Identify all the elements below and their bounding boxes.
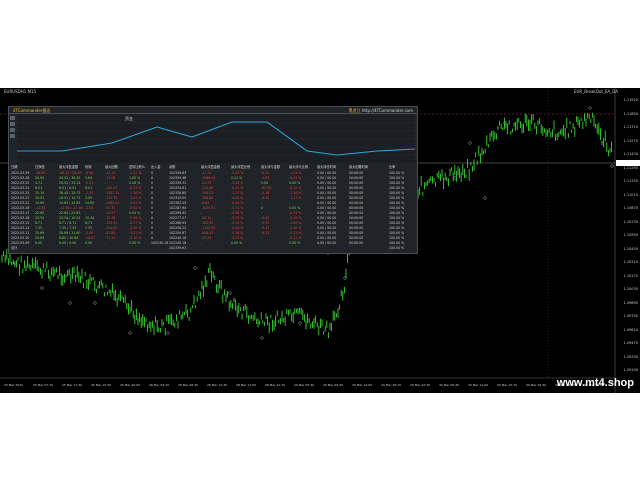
- watermark: www.mt4.shop: [556, 377, 634, 389]
- table-cell: 最大回撤时间: [349, 165, 369, 169]
- table-cell: 日净值: [35, 165, 45, 169]
- trade-marker: [166, 331, 170, 335]
- price-tick: 1.11010: [623, 192, 638, 197]
- price-tick: 1.11850: [623, 111, 638, 116]
- price-tick: 1.10030: [623, 287, 638, 291]
- mt4-chart-window[interactable]: EURUSDH1,M15 EUR_BreakOut_EA_DA 1.11920 1…: [0, 88, 640, 393]
- price-tick: 1.11570: [623, 138, 638, 143]
- price-tick: 1.10310: [623, 260, 638, 264]
- trade-marker: [40, 286, 44, 290]
- time-tick: 25 Mar 2022: [4, 383, 24, 387]
- toolbar-icon[interactable]: [10, 134, 15, 138]
- time-tick: 28 Mar 08:30: [178, 383, 199, 387]
- time-tick: 29 Mar 05:30: [294, 383, 315, 387]
- price-tick: 1.09610: [623, 327, 638, 332]
- table-cell: 余额: [169, 165, 176, 169]
- title-divider: [9, 113, 417, 114]
- trade-marker: [468, 141, 472, 145]
- trade-marker: [228, 291, 232, 295]
- equity-curve: [17, 121, 416, 156]
- trade-marker: [260, 336, 264, 340]
- equity-label: 资金: [125, 116, 133, 121]
- toolbar-icon[interactable]: [10, 116, 15, 120]
- trade-marker: [128, 331, 132, 335]
- table-cell: 利润: [85, 165, 92, 169]
- table-cell: 102339.63: [169, 246, 187, 250]
- time-tick: 25 Mar 20:00: [120, 383, 141, 387]
- symbol-label: EURUSDH1,M15: [4, 89, 37, 94]
- price-tick: 1.09470: [623, 341, 638, 345]
- table-cell: 100.00 %: [389, 246, 405, 250]
- report-window[interactable]: 4TCommander报告 黑龙江 http://4TCommander.com…: [8, 106, 418, 254]
- trade-marker: [483, 196, 487, 200]
- time-tick: 28 Mar 04:15: [149, 383, 170, 387]
- equity-line: [17, 121, 416, 156]
- price-tick: 1.11290: [623, 165, 638, 170]
- price-tick: 1.11710: [623, 125, 638, 129]
- price-tick: 1.10590: [623, 233, 638, 237]
- table-cell: 最大回撤: [105, 165, 118, 169]
- table-cell: 比率: [389, 165, 396, 169]
- price-tick: 1.10450: [623, 246, 638, 251]
- time-tick: 28 Mar 17:00: [236, 383, 257, 387]
- time-tick: 25 Mar 11:30: [62, 383, 83, 387]
- table-cell: 最大浮盈比例: [231, 165, 251, 169]
- trade-marker: [93, 301, 97, 305]
- price-tick: 1.09190: [623, 368, 638, 372]
- trade-marker: [588, 106, 592, 110]
- price-tick: 1.11430: [623, 152, 638, 156]
- time-tick: 29 Mar 22:30: [410, 383, 431, 387]
- table-cell: 盈利比例%: [129, 165, 145, 169]
- price-tick: 1.10870: [623, 206, 638, 210]
- price-tick: 1.10170: [623, 273, 638, 278]
- time-tick: 29 Mar 14:00: [352, 383, 373, 387]
- equity-panel: 资金: [17, 115, 416, 163]
- time-tick: 28 Mar 12:45: [207, 383, 228, 387]
- time-tick: 25 Mar 15:45: [91, 383, 112, 387]
- price-tick: 1.10730: [623, 219, 638, 224]
- time-tick: 30 Mar 06:45: [439, 383, 460, 387]
- trade-marker: [298, 321, 302, 325]
- trade-marker: [68, 301, 72, 305]
- toolbar-icon[interactable]: [10, 128, 15, 132]
- table-cell: 出入金: [151, 165, 161, 169]
- time-tick: 30 Mar 15:15: [497, 383, 518, 387]
- price-tick: 1.11150: [623, 179, 638, 183]
- time-tick: 25 Mar 07:15: [33, 383, 54, 387]
- time-tick: 30 Mar 11:00: [468, 383, 489, 387]
- table-cell: 总计: [11, 246, 18, 250]
- trade-marker: [453, 176, 457, 180]
- table-cell: 最大浮盈金额: [59, 165, 79, 169]
- price-tick: 1.09330: [623, 354, 638, 359]
- price-tick: 1.09750: [623, 314, 638, 318]
- table-cell: 最大浮盈金额: [201, 165, 221, 169]
- time-tick: 28 Mar 21:15: [265, 383, 286, 387]
- table-cell: 最大浮亏比例: [289, 165, 309, 169]
- table-cell: 最大持仓时间: [317, 165, 337, 169]
- trade-marker: [193, 266, 197, 270]
- time-tick: 29 Mar 18:15: [381, 383, 402, 387]
- table-header: 日期 日净值 最大浮盈金额 利润 最大回撤 盈利比例% 出入金 余额 最大浮盈金额 最大浮盈比例 最…: [9, 165, 417, 170]
- table-cell: 最大浮亏金额: [261, 165, 281, 169]
- expert-advisor-label: EUR_BreakOut_EA_DA: [573, 89, 618, 94]
- table-cell: 日期: [11, 165, 18, 169]
- time-tick: 30 Mar 19:30: [526, 383, 547, 387]
- table-footer: 总计 102339.63 100.00 %: [9, 246, 417, 251]
- trade-marker: [610, 164, 614, 168]
- price-tick: 1.09890: [623, 300, 638, 305]
- report-toolbar: [10, 116, 17, 138]
- price-tick: 1.11920: [623, 98, 638, 102]
- toolbar-icon[interactable]: [10, 122, 15, 126]
- time-tick: 29 Mar 09:45: [323, 383, 344, 387]
